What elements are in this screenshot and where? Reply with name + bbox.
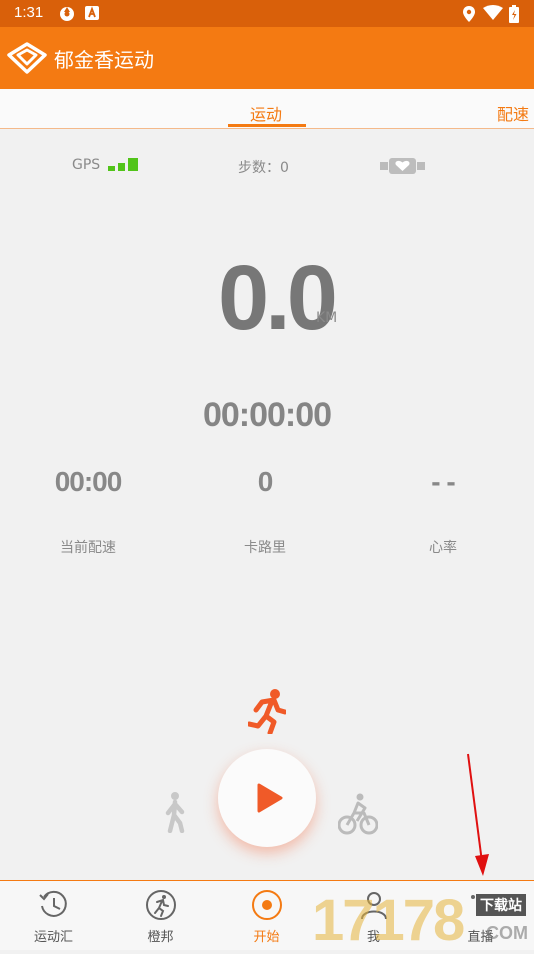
tab-sport[interactable]: 运动 xyxy=(250,101,282,125)
arrow-annotation-icon xyxy=(467,753,489,876)
status-time: 1:31 xyxy=(14,4,44,21)
calories-value: 0 xyxy=(257,466,274,497)
distance-unit: KM xyxy=(316,310,338,326)
steps-text: 步数：0 xyxy=(238,160,289,176)
tab-underline xyxy=(228,124,306,127)
location-icon xyxy=(463,6,475,22)
app-title: 郁金香运动 xyxy=(54,48,154,72)
nav-label: 橙邦 xyxy=(147,930,174,945)
cycling-icon[interactable] xyxy=(338,793,378,835)
running-icon[interactable] xyxy=(248,688,286,734)
app-bar: 郁金香运动 xyxy=(0,27,534,89)
tab-bar: 运动 配速 xyxy=(0,89,534,129)
gps-label: GPS xyxy=(72,157,101,173)
heart-rate-monitor-icon[interactable] xyxy=(380,156,425,176)
watermark-number: 17178 xyxy=(312,888,465,953)
history-icon xyxy=(39,890,67,917)
nav-item-start[interactable]: 开始 xyxy=(213,881,320,951)
nav-label: 运动汇 xyxy=(33,930,73,945)
status-bar: 1:31 xyxy=(0,0,534,27)
play-icon xyxy=(257,783,283,813)
pace-value: 00:00 xyxy=(54,466,123,497)
watermark-com: COM xyxy=(486,923,528,943)
heart-rate-value: - - xyxy=(431,466,455,497)
pace-label: 当前配速 xyxy=(60,540,116,556)
distance-value: 0.0 xyxy=(218,247,338,349)
start-button[interactable] xyxy=(218,749,316,847)
walking-icon[interactable] xyxy=(162,791,188,833)
watermark-site-label: 下载站 xyxy=(476,894,526,916)
tab-pace[interactable]: 配速 xyxy=(497,101,529,125)
watermark: 17178 下载站 COM xyxy=(308,885,534,953)
nav-label: 开始 xyxy=(253,930,280,945)
tulip-logo-icon xyxy=(7,42,47,74)
runner-circle-icon xyxy=(146,890,176,920)
calories-label: 卡路里 xyxy=(244,540,286,556)
wifi-icon xyxy=(483,5,503,20)
gps-signal-icon xyxy=(108,158,138,171)
battery-icon xyxy=(509,5,519,23)
nav-item-orange-club[interactable]: 橙邦 xyxy=(107,881,214,951)
nav-item-sports-hub[interactable]: 运动汇 xyxy=(0,881,107,951)
duration-value: 00:00:00 xyxy=(202,396,332,434)
heart-rate-label: 心率 xyxy=(429,540,457,556)
sync-icon xyxy=(60,7,74,21)
record-icon xyxy=(252,890,282,920)
a-icon xyxy=(85,6,99,20)
